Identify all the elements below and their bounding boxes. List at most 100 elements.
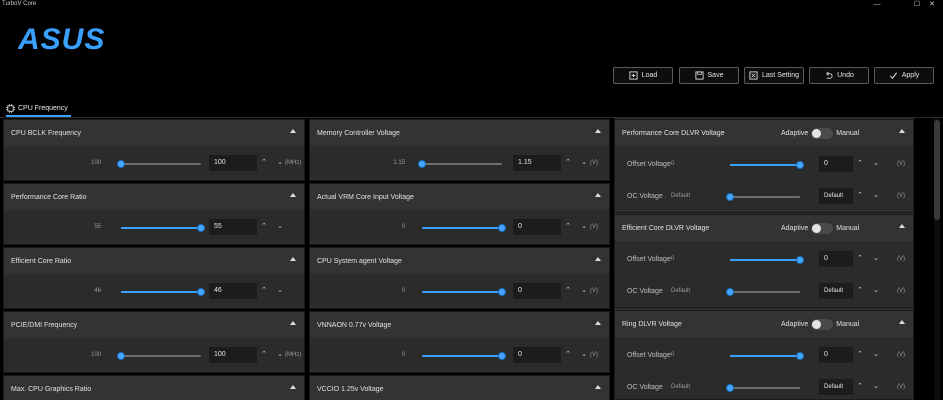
increment-button[interactable]: ⌃ [257,347,271,363]
slider-track[interactable] [117,160,201,168]
toggle-switch[interactable] [811,223,834,234]
undo-label: Undo [837,72,854,79]
slider-thumb[interactable] [498,352,506,360]
value-input[interactable]: 0 [819,347,853,363]
mode-toggle[interactable]: Adaptive Manual [781,223,859,234]
save-button[interactable]: Save [679,67,739,84]
increment-button[interactable]: ⌃ [853,251,867,267]
tab-cpu-frequency[interactable]: CPU Frequency [6,101,68,115]
collapse-icon[interactable] [899,224,905,228]
collapse-icon[interactable] [595,193,601,197]
decrement-button[interactable]: ⌄ [577,283,591,299]
increment-button[interactable]: ⌃ [257,283,271,299]
slider-thumb[interactable] [197,288,205,296]
decrement-button[interactable]: ⌄ [273,283,287,299]
slider-thumb[interactable] [418,160,426,168]
value-input[interactable]: 0 [819,251,853,267]
decrement-button[interactable]: ⌄ [273,219,287,235]
value-input[interactable]: 0 [513,283,561,299]
slider-track[interactable] [730,352,804,360]
collapse-icon[interactable] [595,385,601,389]
slider-thumb[interactable] [726,384,734,392]
increment-button[interactable]: ⌃ [853,347,867,363]
slider-track[interactable] [730,161,804,169]
value-input[interactable]: Default [819,379,853,395]
slider-track[interactable] [418,160,502,168]
value-input[interactable]: Default [819,283,853,299]
panel-title: Efficient Core DLVR Voltage [622,225,710,232]
value-input[interactable]: 1.15 [513,155,561,171]
toggle-switch[interactable] [811,319,834,330]
slider-thumb[interactable] [796,256,804,264]
value-input[interactable]: Default [819,188,853,204]
slider-track[interactable] [422,224,506,232]
decrement-button[interactable]: ⌄ [869,251,883,267]
slider-thumb[interactable] [498,288,506,296]
collapse-icon[interactable] [595,129,601,133]
slider-track[interactable] [730,256,804,264]
value-input[interactable]: 100 [209,155,257,171]
decrement-button[interactable]: ⌄ [577,347,591,363]
scrollbar-thumb[interactable] [934,120,940,220]
collapse-icon[interactable] [290,129,296,133]
slider-thumb[interactable] [726,288,734,296]
value-input[interactable]: 100 [209,347,257,363]
slider-track[interactable] [422,288,506,296]
slider-thumb[interactable] [197,224,205,232]
slider-thumb[interactable] [726,193,734,201]
increment-button[interactable]: ⌃ [853,188,867,204]
collapse-icon[interactable] [899,320,905,324]
slider-thumb[interactable] [796,352,804,360]
value-input[interactable]: 46 [209,283,257,299]
collapse-icon[interactable] [899,129,905,133]
undo-button[interactable]: Undo [809,67,869,84]
decrement-button[interactable]: ⌄ [577,155,591,171]
toggle-right-label: Manual [836,130,860,137]
collapse-icon[interactable] [595,321,601,325]
last-setting-button[interactable]: Last Setting [744,67,804,84]
minimize-button[interactable]: — [866,0,888,10]
slider-thumb[interactable] [498,224,506,232]
increment-button[interactable]: ⌃ [561,283,575,299]
increment-button[interactable]: ⌃ [257,219,271,235]
scrollbar[interactable] [934,118,940,400]
collapse-icon[interactable] [290,385,296,389]
increment-button[interactable]: ⌃ [257,155,271,171]
value-input[interactable]: 55 [209,219,257,235]
increment-button[interactable]: ⌃ [853,283,867,299]
apply-button[interactable]: Apply [874,67,934,84]
slider-thumb[interactable] [796,161,804,169]
decrement-button[interactable]: ⌄ [869,188,883,204]
load-button[interactable]: Load [613,67,673,84]
toggle-switch[interactable] [811,128,834,139]
increment-button[interactable]: ⌃ [853,156,867,172]
collapse-icon[interactable] [290,321,296,325]
mode-toggle[interactable]: Adaptive Manual [781,128,859,139]
decrement-button[interactable]: ⌄ [869,347,883,363]
slider-track[interactable] [121,224,205,232]
slider-track[interactable] [422,352,506,360]
slider-track[interactable] [121,288,205,296]
slider-track[interactable] [117,352,201,360]
decrement-button[interactable]: ⌄ [869,379,883,395]
value-input[interactable]: 0 [513,347,561,363]
decrement-button[interactable]: ⌄ [869,283,883,299]
slider-thumb[interactable] [117,352,125,360]
collapse-icon[interactable] [290,257,296,261]
decrement-button[interactable]: ⌄ [577,219,591,235]
increment-button[interactable]: ⌃ [853,379,867,395]
increment-button[interactable]: ⌃ [561,347,575,363]
slider-track[interactable] [726,193,800,201]
increment-button[interactable]: ⌃ [561,155,575,171]
close-button[interactable]: ✕ [921,0,943,10]
slider-track[interactable] [726,288,800,296]
slider-thumb[interactable] [117,160,125,168]
value-input[interactable]: 0 [513,219,561,235]
value-input[interactable]: 0 [819,156,853,172]
decrement-button[interactable]: ⌄ [869,156,883,172]
increment-button[interactable]: ⌃ [561,219,575,235]
collapse-icon[interactable] [290,193,296,197]
collapse-icon[interactable] [595,257,601,261]
slider-track[interactable] [726,384,800,392]
mode-toggle[interactable]: Adaptive Manual [781,319,859,330]
